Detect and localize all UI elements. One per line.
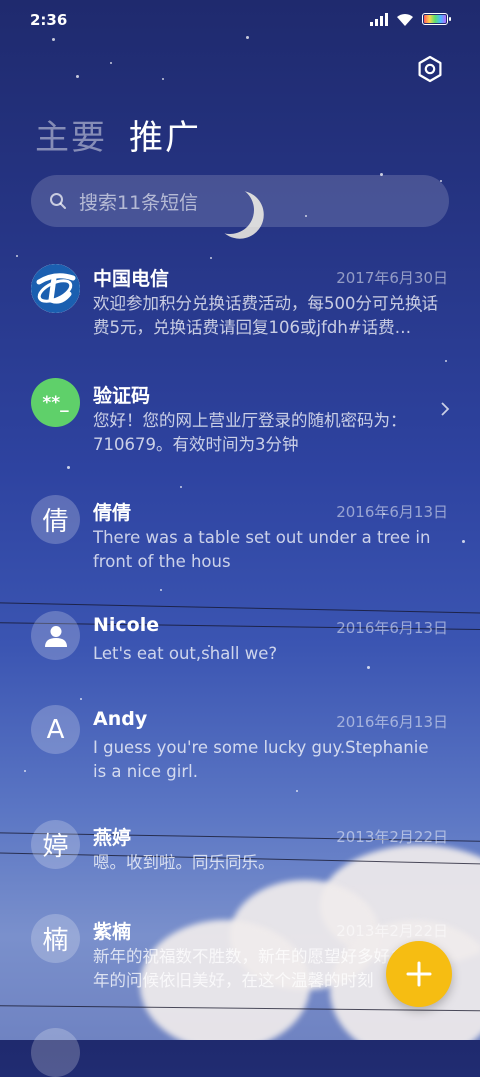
conversation-row[interactable]: 倩 倩倩 2016年6月13日 There was a table set ou… [0,495,480,588]
message-date: 2016年6月13日 [336,503,448,521]
status-time: 2:36 [30,11,68,29]
message-date: 2017年6月30日 [336,269,448,287]
search-icon [50,193,66,209]
message-preview: 嗯。收到啦。同乐同乐。 [93,853,275,872]
verification-code-avatar: **_ [31,378,80,427]
contact-name: 中国电信 [93,268,170,290]
avatar: A [31,705,80,754]
contact-name: 紫楠 [93,921,132,943]
message-preview: I guess you're some lucky guy.Stephanie … [93,738,429,781]
status-bar: 2:36 [0,0,480,40]
avatar: 倩 [31,495,80,544]
search-placeholder: 搜索11条短信 [79,191,199,214]
message-date: 2016年6月13日 [336,619,448,637]
avatar: 婷 [31,820,80,869]
message-preview: 欢迎参加积分兑换话费活动，每500分可兑换话费5元，兑换话费请回复106或jfd… [93,294,438,337]
conversation-row[interactable]: Nicole 2016年6月13日 Let's eat out,shall we… [0,611,480,684]
plus-icon [406,961,432,987]
avatar: 楠 [31,914,80,963]
battery-icon [422,13,451,25]
conversation-row[interactable]: 婷 燕婷 2013年2月22日 嗯。收到啦。同乐同乐。 [0,820,480,893]
avatar [31,1028,80,1077]
wifi-icon [397,13,413,26]
signal-icon [370,12,388,26]
message-date: 2013年2月22日 [336,828,448,846]
conversation-row[interactable]: **_ 验证码 您好！您的网上营业厅登录的随机密码为：710679。有效时间为3… [0,378,480,471]
contact-name: Andy [93,708,148,730]
china-telecom-logo [31,264,80,313]
person-icon [31,611,80,660]
conversation-row[interactable]: A Andy 2016年6月13日 I guess you're some lu… [0,705,480,798]
new-message-button[interactable] [386,941,452,1007]
chevron-right-icon[interactable] [440,401,450,417]
message-date: 2013年2月22日 [336,922,448,940]
settings-hexagon-icon[interactable] [416,55,444,83]
conversation-row[interactable]: 中国电信 2017年6月30日 欢迎参加积分兑换话费活动，每500分可兑换话费5… [0,264,480,354]
contact-name: 倩倩 [93,502,132,524]
contact-name: 验证码 [93,385,151,407]
message-preview: 您好！您的网上营业厅登录的随机密码为：710679。有效时间为3分钟 [93,411,407,454]
message-preview: Let's eat out,shall we? [93,644,278,663]
conversation-row-partial[interactable] [0,1028,480,1077]
contact-name: Nicole [93,614,160,636]
tab-main[interactable]: 主要 [35,110,107,159]
search-bar[interactable]: 搜索11条短信 [31,175,449,227]
message-preview: There was a table set out under a tree i… [93,528,431,571]
message-date: 2016年6月13日 [336,713,448,731]
tab-promotion[interactable]: 推广 [129,110,201,159]
contact-name: 燕婷 [93,827,132,849]
category-tabs: 主要 推广 [35,110,201,159]
